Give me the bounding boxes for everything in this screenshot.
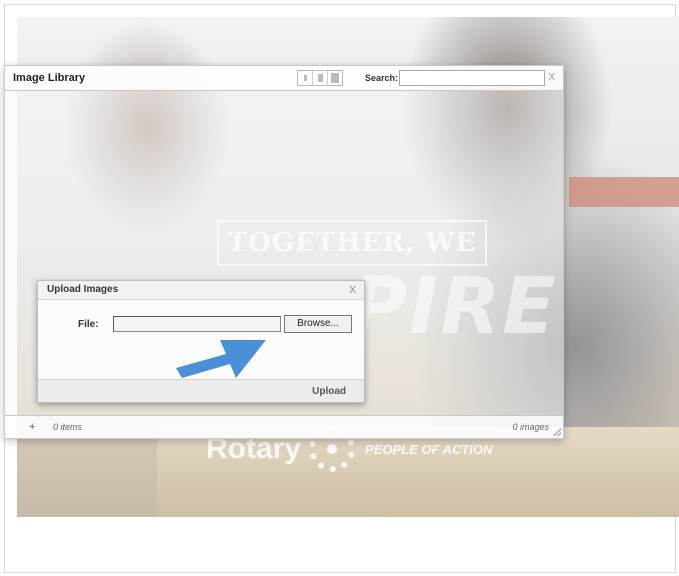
upload-close-button[interactable]: X [349,285,356,296]
upload-dialog-title: Upload Images [47,284,119,295]
search-input[interactable] [399,70,545,86]
items-count: 0 items [53,422,83,432]
view-large-button[interactable] [328,71,342,85]
arrow-shape [176,340,266,378]
library-close-button[interactable]: X [548,72,555,83]
browse-button[interactable]: Browse... [284,315,352,333]
large-thumb-icon [331,73,339,83]
view-medium-button[interactable] [313,71,328,85]
search-label: Search: [365,73,399,83]
view-size-toggle [297,70,343,86]
upload-button[interactable]: Upload [312,386,346,397]
resize-grip-icon[interactable] [553,428,561,436]
brand-tagline: PEOPLE OF ACTION [365,441,493,457]
upload-dialog-header: Upload Images X [38,281,364,300]
view-small-button[interactable] [298,71,313,85]
small-thumb-icon [303,75,307,81]
pointer-arrow-icon [176,340,266,378]
file-label: File: [78,319,99,330]
image-library-header: Image Library Search: X [5,66,563,91]
add-button[interactable]: + [29,421,35,433]
image-library-footer: + 0 items 0 images [5,415,563,438]
image-library-title: Image Library [13,72,86,84]
medium-thumb-icon [317,74,323,82]
upload-dialog-footer: Upload [38,379,364,402]
images-count: 0 images [512,422,549,432]
